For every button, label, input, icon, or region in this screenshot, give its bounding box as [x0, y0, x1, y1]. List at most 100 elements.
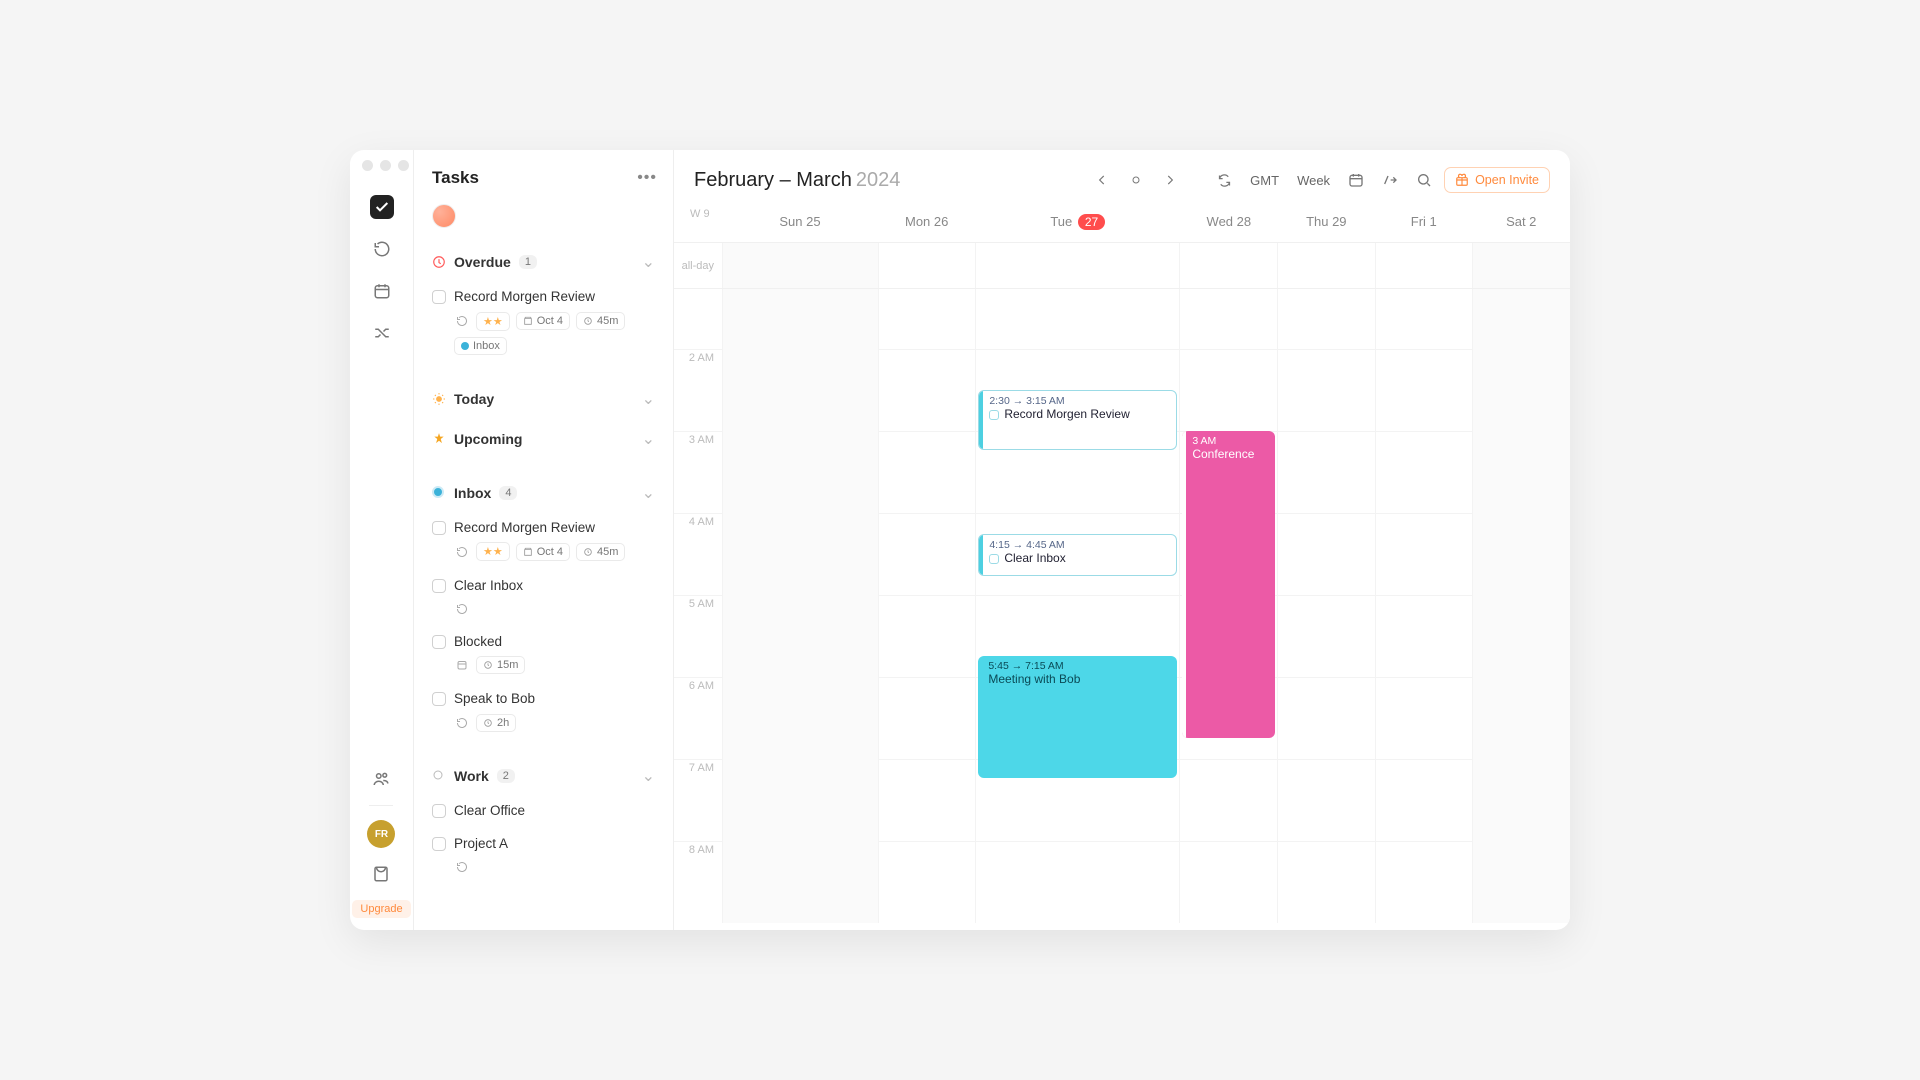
view-selector[interactable]: Week	[1291, 173, 1336, 188]
open-invite-button[interactable]: Open Invite	[1444, 167, 1550, 193]
section-work[interactable]: Work 2 ⌄	[424, 756, 663, 796]
shuffle-rail-icon[interactable]	[370, 321, 394, 345]
week-number: W 9	[690, 208, 710, 220]
task-checkbox[interactable]	[432, 521, 446, 535]
calendar-toolbar: February – March2024 GMT Week Open Invit…	[674, 150, 1570, 204]
close-dot-icon[interactable]	[362, 160, 373, 171]
day-head-sun[interactable]: Sun 25	[722, 204, 878, 242]
task-checkbox[interactable]	[432, 579, 446, 593]
task-item[interactable]: Blocked 15m	[424, 627, 663, 685]
task-item[interactable]: Speak to Bob 2h	[424, 684, 663, 742]
calendar-panel: February – March2024 GMT Week Open Invit…	[674, 150, 1570, 930]
day-col-sun[interactable]	[722, 289, 878, 923]
event-checkbox[interactable]	[989, 410, 999, 420]
section-inbox[interactable]: Inbox 4 ⌄	[424, 473, 663, 513]
upgrade-button[interactable]: Upgrade	[352, 900, 410, 918]
today-button[interactable]	[1122, 166, 1150, 194]
overdue-count: 1	[519, 255, 537, 269]
day-head-fri[interactable]: Fri 1	[1375, 204, 1472, 242]
command-button[interactable]	[1376, 166, 1404, 194]
task-checkbox[interactable]	[432, 837, 446, 851]
color-filter-icon[interactable]	[432, 204, 456, 228]
tasks-panel: Tasks ••• Overdue 1 ⌄ Record Morgen Revi…	[414, 150, 674, 930]
tasks-rail-icon[interactable]	[370, 195, 394, 219]
task-title: Blocked	[454, 633, 502, 651]
prev-button[interactable]	[1088, 166, 1116, 194]
section-today-label: Today	[454, 391, 494, 407]
day-col-tue[interactable]: 2:30 → 3:15 AMRecord Morgen Review 4:15 →…	[975, 289, 1179, 923]
repeat-icon	[454, 544, 470, 560]
fullscreen-dot-icon[interactable]	[398, 160, 409, 171]
event-checkbox[interactable]	[989, 554, 999, 564]
chevron-down-icon: ⌄	[642, 252, 655, 272]
section-upcoming-label: Upcoming	[454, 431, 522, 447]
chevron-down-icon: ⌄	[642, 766, 655, 786]
gift-icon	[1455, 173, 1469, 187]
day-col-fri[interactable]	[1375, 289, 1473, 923]
task-checkbox[interactable]	[432, 692, 446, 706]
calendar-picker-button[interactable]	[1342, 166, 1370, 194]
tasks-title: Tasks	[432, 168, 479, 188]
refresh-button[interactable]	[1210, 166, 1238, 194]
task-title: Record Morgen Review	[454, 519, 595, 537]
task-checkbox[interactable]	[432, 804, 446, 818]
repeat-icon	[454, 715, 470, 731]
date-tag: Oct 4	[516, 312, 570, 330]
calendar-grid[interactable]: 2 AM 3 AM 4 AM 5 AM 6 AM 7 AM 8 AM 2:30 …	[674, 289, 1570, 930]
task-checkbox[interactable]	[432, 290, 446, 304]
calendar-event[interactable]: 5:45 → 7:15 AMMeeting with Bob	[978, 656, 1177, 778]
inbox-count: 4	[499, 486, 517, 500]
task-item[interactable]: Project A	[424, 829, 663, 885]
calendar-event[interactable]: 4:15 → 4:45 AMClear Inbox	[978, 534, 1177, 576]
allday-row: all-day	[674, 243, 1570, 289]
task-title: Clear Office	[454, 802, 525, 820]
user-avatar[interactable]: FR	[367, 820, 395, 848]
upcoming-icon	[432, 432, 446, 446]
work-count: 2	[497, 769, 515, 783]
time-gutter: 2 AM 3 AM 4 AM 5 AM 6 AM 7 AM 8 AM	[674, 289, 722, 923]
timezone-label[interactable]: GMT	[1244, 173, 1285, 188]
task-item[interactable]: Clear Inbox	[424, 571, 663, 627]
next-button[interactable]	[1156, 166, 1184, 194]
section-inbox-label: Inbox	[454, 485, 491, 501]
day-head-thu[interactable]: Thu 29	[1278, 204, 1375, 242]
inbox-icon	[432, 486, 446, 500]
search-button[interactable]	[1410, 166, 1438, 194]
calendar-event[interactable]: 3 AMConference	[1182, 431, 1275, 738]
task-title: Speak to Bob	[454, 690, 535, 708]
task-item[interactable]: Record Morgen Review ★★ Oct 4 45m Inbox	[424, 282, 663, 365]
allday-label: all-day	[674, 243, 722, 288]
day-col-mon[interactable]	[878, 289, 976, 923]
task-checkbox[interactable]	[432, 635, 446, 649]
day-head-wed[interactable]: Wed 28	[1180, 204, 1277, 242]
app-window: FR Upgrade Tasks ••• Overdue 1 ⌄	[350, 150, 1570, 930]
section-overdue[interactable]: Overdue 1 ⌄	[424, 242, 663, 282]
minimize-dot-icon[interactable]	[380, 160, 391, 171]
repeat-icon	[454, 859, 470, 875]
day-head-mon[interactable]: Mon 26	[878, 204, 975, 242]
task-item[interactable]: Clear Office	[424, 796, 663, 830]
day-head-tue[interactable]: Tue 27	[975, 204, 1180, 242]
inbox-tag: Inbox	[454, 337, 507, 355]
task-title: Project A	[454, 835, 508, 853]
circle-icon	[432, 769, 446, 783]
calendar-event[interactable]: 2:30 → 3:15 AMRecord Morgen Review	[978, 390, 1177, 450]
priority-icon: ★★	[483, 315, 503, 328]
day-col-thu[interactable]	[1277, 289, 1375, 923]
day-head-sat[interactable]: Sat 2	[1473, 204, 1570, 242]
section-upcoming[interactable]: Upcoming ⌄	[424, 419, 663, 459]
day-col-sat[interactable]	[1472, 289, 1570, 923]
section-today[interactable]: Today ⌄	[424, 379, 663, 419]
people-rail-icon[interactable]	[369, 767, 393, 791]
chevron-down-icon: ⌄	[642, 389, 655, 409]
tasks-more-icon[interactable]: •••	[637, 169, 657, 187]
inbox-rail-icon[interactable]	[369, 862, 393, 886]
window-controls[interactable]	[362, 160, 409, 171]
calendar-rail-icon[interactable]	[370, 279, 394, 303]
date-range-title: February – March2024	[694, 169, 900, 192]
task-item[interactable]: Record Morgen Review ★★ Oct 4 45m	[424, 513, 663, 572]
routines-rail-icon[interactable]	[370, 237, 394, 261]
day-col-wed[interactable]: 3 AMConference	[1179, 289, 1277, 923]
date-tag: Oct 4	[516, 543, 570, 561]
tasks-list: Overdue 1 ⌄ Record Morgen Review ★★ Oct …	[414, 242, 673, 930]
